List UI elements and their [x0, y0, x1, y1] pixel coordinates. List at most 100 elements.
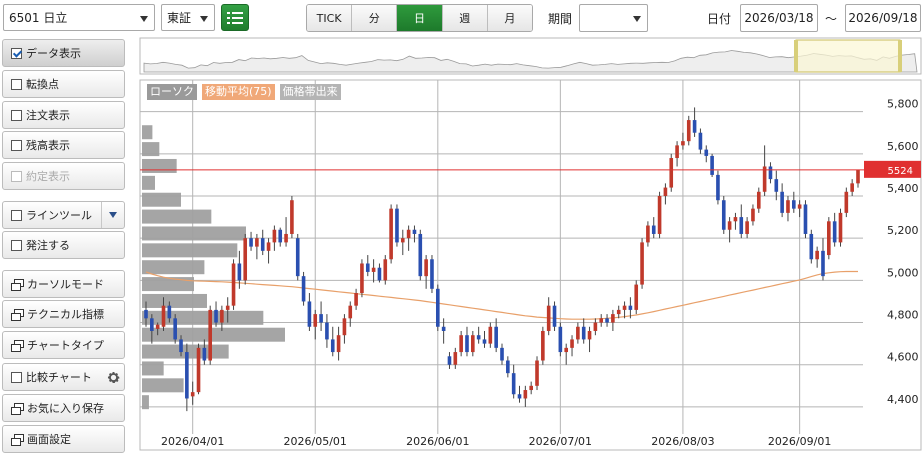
candle-up [220, 309, 224, 323]
candle-up [745, 221, 749, 234]
candle-up [646, 225, 650, 243]
candle-down [412, 229, 417, 234]
volume-profile-bar [142, 361, 164, 376]
candle-up [342, 318, 347, 336]
legend-volume-profile[interactable]: 価格帯出来 [279, 84, 341, 100]
candle-down [558, 326, 563, 353]
candle-up [815, 250, 819, 260]
main-panel-frame [139, 79, 922, 451]
candle-up [284, 233, 288, 243]
candle-up [190, 392, 195, 397]
candle-up [838, 212, 843, 243]
chart-navigator[interactable] [139, 37, 922, 75]
candle-up [599, 318, 604, 323]
candle-up [488, 326, 493, 344]
candle-down [581, 326, 586, 340]
y-axis-tick-label: 5,200 [887, 224, 919, 237]
volume-profile-bar [142, 293, 207, 308]
candle-up [471, 335, 475, 353]
candle-down [704, 149, 709, 156]
candle-up [406, 229, 411, 239]
candle-down [447, 356, 452, 365]
candle-down [465, 335, 469, 353]
candle-up [400, 238, 405, 243]
candle-down [774, 179, 779, 192]
volume-profile-bar [142, 125, 153, 140]
candle-down [768, 166, 773, 180]
navigator-left-handle [794, 40, 798, 72]
candle-up [640, 242, 644, 285]
candle-down [832, 221, 837, 243]
candle-up [208, 309, 213, 361]
candle-down [506, 360, 510, 374]
candle-down [803, 204, 808, 234]
candle-down [821, 250, 825, 277]
candle-up [827, 221, 831, 256]
stock-chart[interactable]: 5,800 5,600 5,400 5,200 5,000 4,800 4,600 4,400… [0, 0, 923, 452]
candle-down [500, 347, 504, 361]
candle-down [260, 238, 265, 251]
legend-moving-average[interactable]: 移動平均(75) [202, 84, 275, 100]
candle-down [716, 174, 720, 201]
candle-up [523, 390, 528, 399]
candle-down [739, 217, 744, 234]
candle-up [669, 158, 674, 188]
candle-down [692, 120, 697, 133]
y-axis-tick-label: 4,400 [887, 393, 919, 406]
volume-profile-bar [142, 192, 181, 207]
candle-up [686, 120, 691, 142]
x-axis-tick-label: 2026/05/01 [284, 435, 347, 448]
candle-down [150, 318, 154, 331]
legend-candles[interactable]: ローソク [147, 84, 197, 100]
candle-down [325, 322, 329, 340]
candle-up [856, 169, 860, 184]
candle-down [377, 267, 382, 281]
volume-profile-bar [142, 209, 212, 224]
candle-up [727, 221, 732, 230]
candle-up [529, 385, 533, 391]
candle-down [319, 314, 323, 323]
candle-up [634, 284, 639, 310]
volume-profile-bar [142, 378, 184, 393]
candle-up [622, 305, 627, 310]
candle-down [179, 339, 183, 353]
candle-up [663, 187, 668, 196]
candle-down [651, 225, 656, 234]
candle-down [430, 259, 434, 289]
candle-down [301, 276, 306, 302]
candle-down [249, 238, 253, 247]
candle-up [453, 352, 458, 365]
candle-up [459, 335, 463, 353]
candle-down [365, 263, 370, 272]
y-axis-tick-label: 5,800 [887, 98, 919, 111]
candle-up [844, 191, 849, 213]
candle-up [657, 196, 662, 234]
candle-down [809, 233, 814, 260]
candle-down [628, 305, 633, 310]
candle-down [144, 309, 148, 319]
candle-up [564, 347, 569, 353]
candle-up [611, 314, 615, 323]
candle-up [231, 263, 236, 306]
candle-down [552, 305, 557, 327]
candle-down [395, 208, 399, 243]
candle-up [681, 141, 685, 146]
y-axis-tick-label: 4,800 [887, 309, 919, 322]
volume-profile-bar [142, 243, 238, 258]
candle-up [225, 305, 230, 310]
candle-up [313, 314, 318, 327]
candle-up [255, 238, 259, 247]
candle-down [511, 373, 516, 395]
candle-down [780, 191, 784, 213]
candle-down [418, 233, 423, 277]
candle-up [389, 208, 393, 260]
candle-up [290, 200, 294, 234]
candle-up [354, 293, 358, 306]
x-axis-tick-label: 2026/08/03 [651, 435, 714, 448]
candle-up [541, 330, 545, 361]
candle-down [476, 335, 481, 340]
candle-up [587, 330, 592, 340]
candle-down [721, 200, 726, 230]
candle-up [570, 339, 574, 348]
candle-down [330, 339, 335, 353]
